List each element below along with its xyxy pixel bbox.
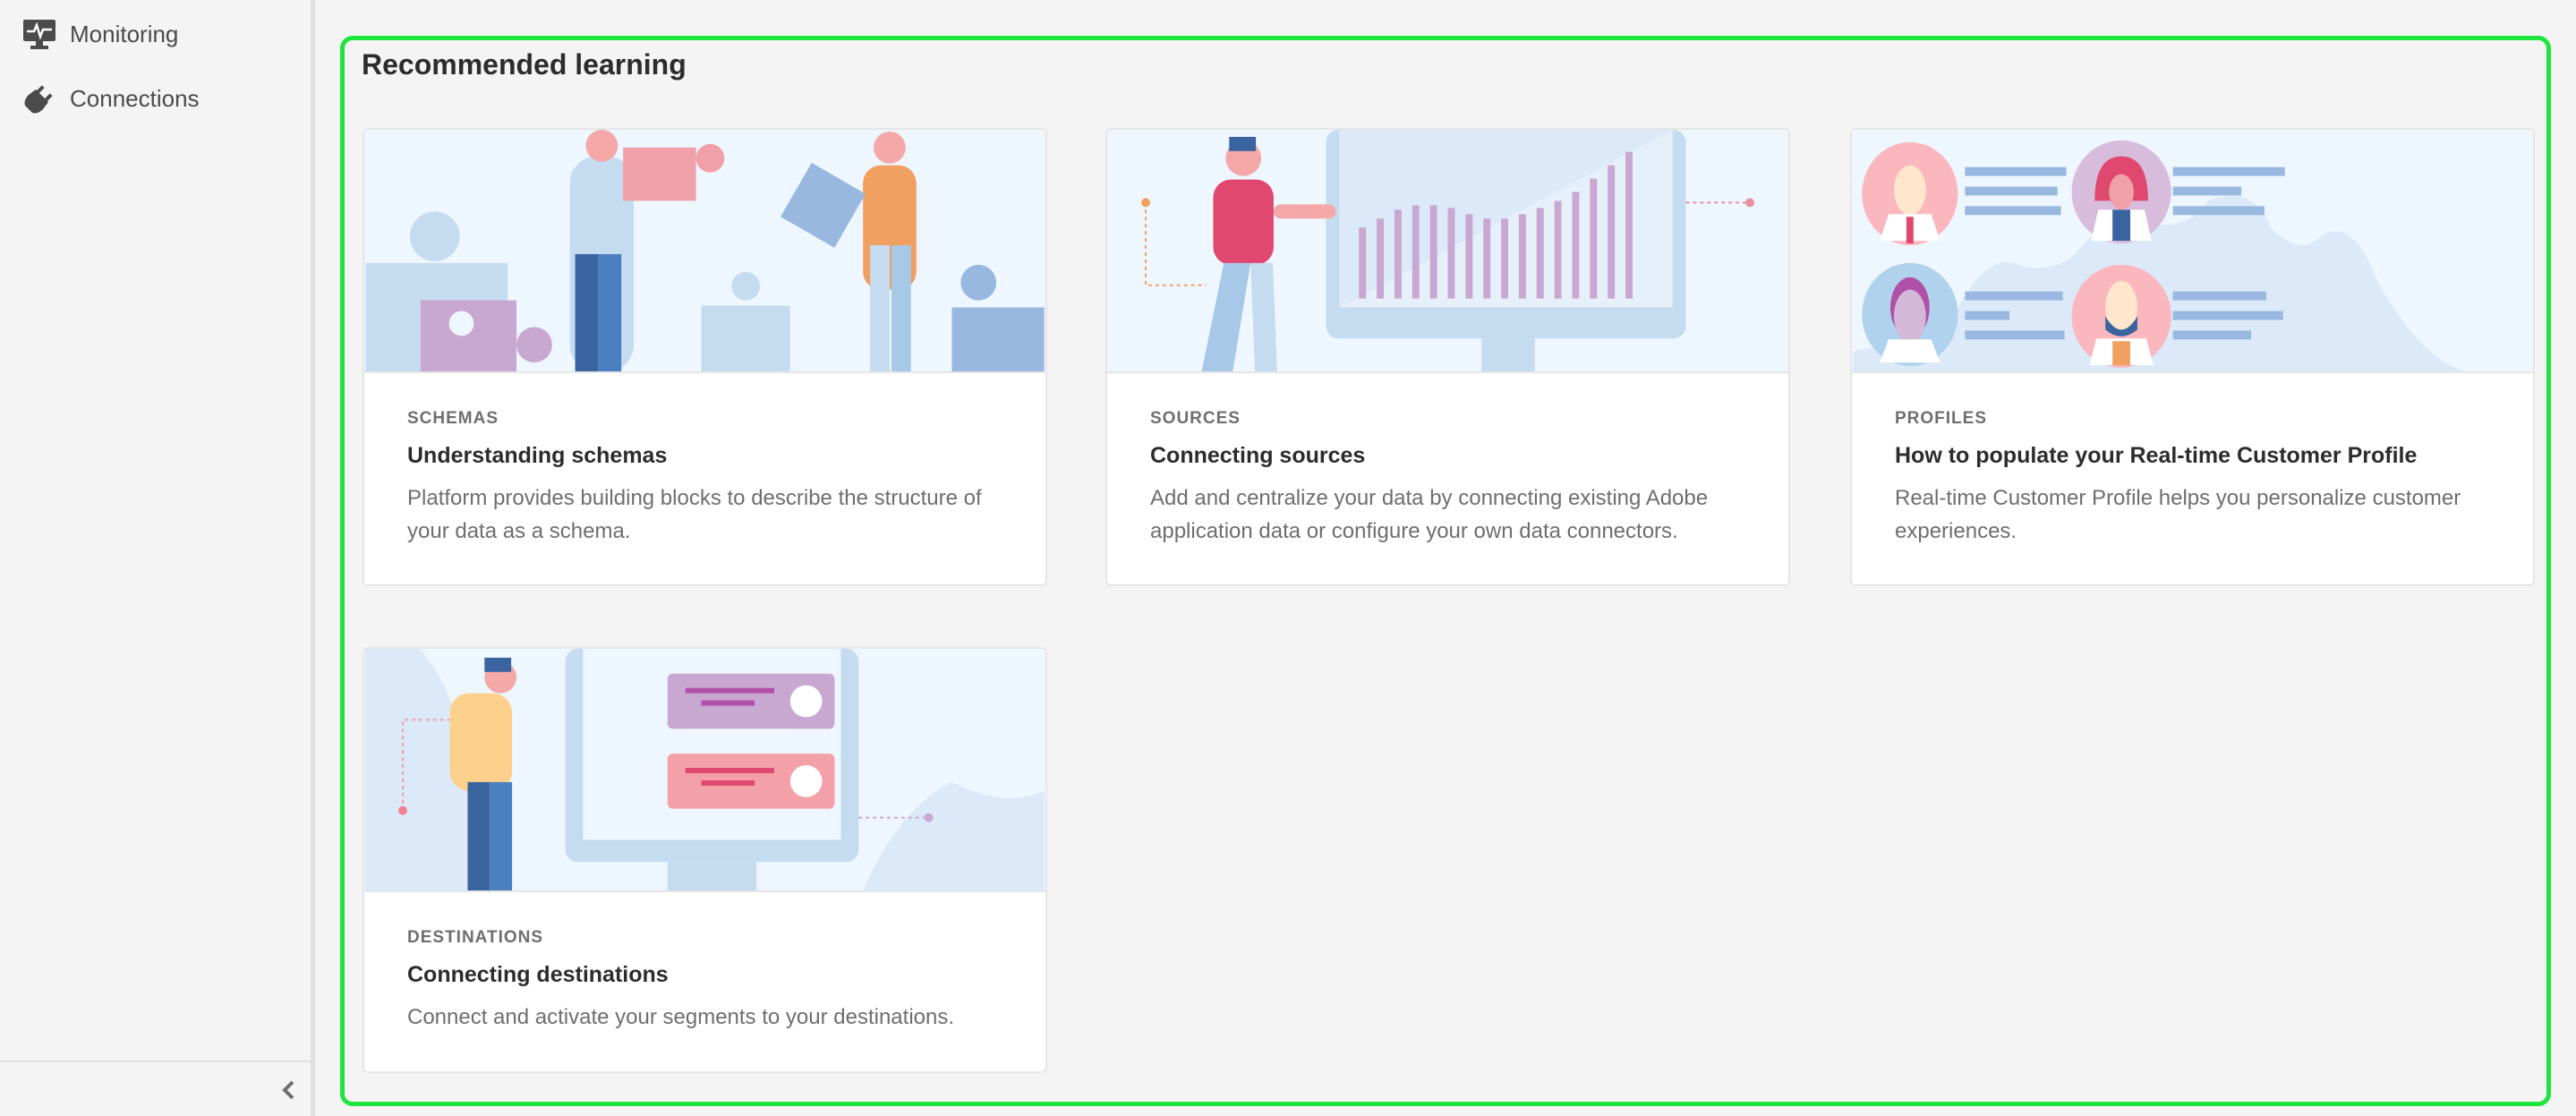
sources-illustration bbox=[1107, 130, 1788, 373]
card-description: Platform provides building blocks to des… bbox=[407, 486, 982, 543]
plug-icon bbox=[24, 85, 53, 114]
card-title: How to populate your Real-time Customer … bbox=[1895, 443, 2418, 468]
card-category: PROFILES bbox=[1895, 409, 1988, 428]
card-category: DESTINATIONS bbox=[407, 928, 544, 947]
sidebar: Monitoring Connections bbox=[0, 0, 315, 1116]
sidebar-item-connections[interactable]: Connections bbox=[23, 79, 200, 118]
chevron-left-icon bbox=[282, 1080, 294, 1100]
sidebar-item-monitoring[interactable]: Monitoring bbox=[23, 14, 178, 54]
learning-card-sources[interactable]: SOURCES Connecting sources Add and centr… bbox=[1105, 128, 1790, 586]
card-title: Understanding schemas bbox=[407, 443, 668, 468]
destinations-illustration bbox=[364, 649, 1045, 892]
section-title: Recommended learning bbox=[362, 48, 687, 81]
learning-card-destinations[interactable]: DESTINATIONS Connecting destinations Con… bbox=[363, 647, 1047, 1073]
sidebar-item-label: Monitoring bbox=[70, 20, 179, 47]
sidebar-item-label: Connections bbox=[70, 84, 200, 112]
learning-card-schemas[interactable]: SCHEMAS Understanding schemas Platform p… bbox=[363, 128, 1047, 586]
card-description: Add and centralize your data by connecti… bbox=[1150, 486, 1709, 543]
card-description: Real-time Customer Profile helps you per… bbox=[1895, 486, 2461, 543]
profiles-illustration bbox=[1852, 130, 2533, 373]
monitor-icon bbox=[23, 20, 55, 49]
card-category: SOURCES bbox=[1150, 409, 1241, 428]
learning-card-profiles[interactable]: PROFILES How to populate your Real-time … bbox=[1850, 128, 2535, 586]
collapse-sidebar-button[interactable] bbox=[0, 1061, 315, 1116]
schemas-illustration bbox=[364, 130, 1045, 373]
card-description: Connect and activate your segments to yo… bbox=[407, 1005, 955, 1029]
card-title: Connecting sources bbox=[1150, 443, 1366, 468]
card-title: Connecting destinations bbox=[407, 962, 669, 987]
card-category: SCHEMAS bbox=[407, 409, 499, 428]
